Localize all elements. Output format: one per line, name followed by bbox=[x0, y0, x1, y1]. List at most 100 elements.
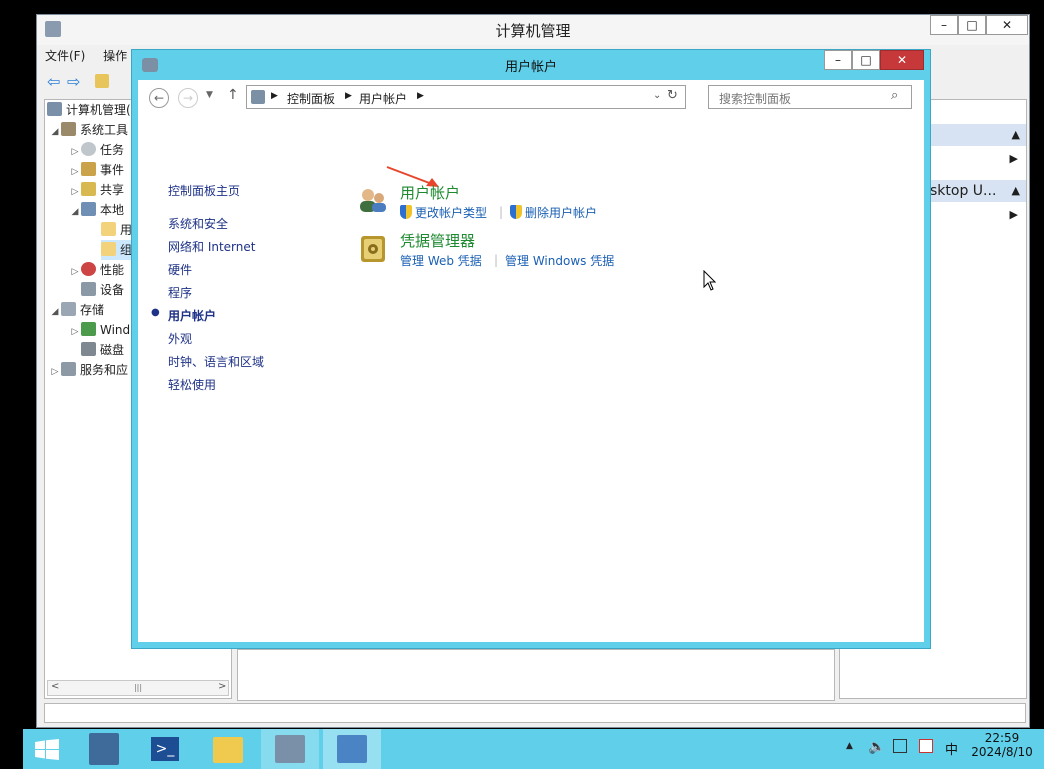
clock-icon bbox=[81, 142, 96, 156]
nav-control-panel-home[interactable]: 控制面板主页 bbox=[168, 182, 240, 199]
nav-appearance[interactable]: 外观 bbox=[168, 330, 192, 347]
tree-item-root[interactable]: 计算机管理( bbox=[47, 100, 131, 120]
disk-icon bbox=[81, 342, 96, 356]
clock-time: 22:59 bbox=[984, 731, 1020, 745]
expand-arrow-icon[interactable]: ▷ bbox=[69, 182, 81, 202]
minimize-button[interactable]: – bbox=[824, 50, 852, 70]
expand-arrow-icon[interactable]: ▷ bbox=[69, 142, 81, 162]
scroll-thumb[interactable]: ||| bbox=[118, 684, 158, 692]
breadcrumb-user-accounts[interactable]: 用户帐户 bbox=[359, 90, 407, 107]
taskbar-control-panel[interactable] bbox=[323, 729, 381, 769]
start-button[interactable] bbox=[23, 729, 81, 769]
manage-windows-credentials-link[interactable]: 管理 Windows 凭据 bbox=[505, 252, 614, 269]
manage-web-credentials-link[interactable]: 管理 Web 凭据 bbox=[400, 252, 482, 269]
breadcrumb-separator-icon[interactable]: ▶ bbox=[345, 91, 352, 101]
clock[interactable]: 22:59 2024/8/10 bbox=[967, 731, 1037, 759]
close-button[interactable]: ✕ bbox=[880, 50, 924, 70]
horizontal-scrollbar[interactable]: < ||| > bbox=[47, 680, 229, 696]
nav-system-security[interactable]: 系统和安全 bbox=[168, 215, 228, 232]
nav-clock-language-region[interactable]: 时钟、语言和区域 bbox=[168, 353, 264, 370]
scroll-left-arrow[interactable]: < bbox=[51, 681, 59, 692]
window-title[interactable]: 用户帐户 bbox=[132, 56, 930, 75]
cm-close-button[interactable]: ✕ bbox=[986, 15, 1028, 35]
tree-item-device[interactable]: 设备 bbox=[81, 280, 124, 300]
tree-item-performance[interactable]: ▷ 性能 bbox=[69, 260, 124, 280]
breadcrumb-separator-icon[interactable]: ▶ bbox=[417, 91, 424, 101]
services-icon bbox=[61, 362, 76, 376]
back-button[interactable]: ← bbox=[149, 88, 169, 108]
expand-arrow-icon[interactable]: ▷ bbox=[69, 262, 81, 282]
collapse-arrow-icon[interactable]: ◢ bbox=[49, 122, 61, 142]
nav-network-internet[interactable]: 网络和 Internet bbox=[168, 238, 255, 255]
collapse-arrow-icon[interactable]: ◢ bbox=[69, 202, 81, 222]
menu-file[interactable]: 文件(F) bbox=[45, 49, 85, 63]
file-explorer-icon bbox=[213, 737, 243, 763]
tree-item-event[interactable]: ▷ 事件 bbox=[69, 160, 124, 180]
cm-toolbar: ⇦ ⇨ bbox=[45, 71, 135, 93]
taskbar-powershell[interactable]: >_ bbox=[137, 729, 195, 769]
network-icon[interactable] bbox=[893, 739, 907, 753]
recent-pages-dropdown-icon[interactable]: ▼ bbox=[206, 90, 213, 100]
address-dropdown-icon[interactable]: ⌄ bbox=[653, 90, 661, 101]
search-icon[interactable]: ⌕ bbox=[891, 88, 898, 103]
refresh-icon[interactable]: ↻ bbox=[667, 88, 678, 103]
scroll-right-arrow[interactable]: > bbox=[218, 681, 226, 692]
tree-item-system-tools[interactable]: ◢ 系统工具 bbox=[49, 120, 128, 140]
up-arrow-icon[interactable]: ↑ bbox=[227, 87, 239, 103]
credential-manager-icon[interactable] bbox=[360, 234, 386, 264]
mouse-cursor bbox=[703, 270, 717, 291]
search-box[interactable]: 搜索控制面板 ⌕ bbox=[708, 85, 912, 109]
tree-item-local[interactable]: ◢ 本地 bbox=[69, 200, 124, 220]
cm-maximize-button[interactable]: □ bbox=[958, 15, 986, 35]
delete-user-account-link[interactable]: 删除用户帐户 bbox=[510, 204, 597, 221]
expand-arrow-icon[interactable]: ▷ bbox=[69, 162, 81, 182]
back-arrow-icon[interactable]: ⇦ bbox=[47, 72, 60, 91]
expand-arrow-icon[interactable]: ▷ bbox=[49, 362, 61, 382]
category-title-credential-manager[interactable]: 凭据管理器 bbox=[400, 230, 475, 251]
tree-item-shared[interactable]: ▷ 共享 bbox=[69, 180, 124, 200]
collapse-up-icon[interactable]: ▲ bbox=[1012, 124, 1020, 146]
breadcrumb-separator-icon[interactable]: ▶ bbox=[271, 91, 278, 101]
change-account-type-link[interactable]: 更改帐户类型 bbox=[400, 204, 487, 221]
maximize-button[interactable]: □ bbox=[852, 50, 880, 70]
address-bar[interactable]: ▶ 控制面板 ▶ 用户帐户 ▶ ⌄ ↻ bbox=[246, 85, 686, 109]
ime-indicator[interactable]: 中 bbox=[945, 739, 958, 758]
tree-item-task[interactable]: ▷ 任务 bbox=[69, 140, 124, 160]
tree-item-users-folder[interactable]: 用 bbox=[101, 220, 132, 240]
taskbar-server-manager[interactable] bbox=[75, 729, 133, 769]
show-hidden-icons-arrow[interactable]: ▲ bbox=[846, 741, 853, 751]
tree-item-label: 系统工具 bbox=[80, 123, 129, 137]
collapse-arrow-icon[interactable]: ◢ bbox=[49, 302, 61, 322]
collapse-up-icon[interactable]: ▲ bbox=[1012, 180, 1020, 202]
tree-item-label: 任务 bbox=[100, 143, 125, 157]
taskbar-file-explorer[interactable] bbox=[199, 729, 257, 769]
more-actions-arrow-icon[interactable]: ▶ bbox=[1010, 208, 1018, 221]
breadcrumb-control-panel[interactable]: 控制面板 bbox=[287, 90, 335, 107]
expand-arrow-icon[interactable]: ▷ bbox=[69, 322, 81, 342]
nav-ease-of-access[interactable]: 轻松使用 bbox=[168, 376, 216, 393]
folder-up-icon[interactable] bbox=[95, 74, 109, 88]
category-title-user-accounts[interactable]: 用户帐户 bbox=[400, 182, 460, 203]
tree-item-services[interactable]: ▷ 服务和应 bbox=[49, 360, 128, 380]
user-accounts-icon[interactable] bbox=[358, 186, 388, 214]
tree-item-windows-backup[interactable]: ▷ Wind bbox=[69, 320, 130, 340]
more-actions-arrow-icon[interactable]: ▶ bbox=[1010, 152, 1018, 165]
forward-arrow-icon[interactable]: ⇨ bbox=[67, 72, 80, 91]
tree-item-disk[interactable]: 磁盘 bbox=[81, 340, 124, 360]
nav-user-accounts[interactable]: 用户帐户 bbox=[168, 307, 216, 324]
forward-button[interactable]: → bbox=[178, 88, 198, 108]
cm-minimize-button[interactable]: – bbox=[930, 15, 958, 35]
volume-muted-icon[interactable]: 🔈 bbox=[868, 739, 885, 755]
search-input-placeholder[interactable]: 搜索控制面板 bbox=[719, 90, 791, 107]
tree-item-storage[interactable]: ◢ 存储 bbox=[49, 300, 104, 320]
menu-action[interactable]: 操作 bbox=[103, 49, 127, 63]
nav-programs[interactable]: 程序 bbox=[168, 284, 192, 301]
folder-icon bbox=[101, 242, 116, 256]
nav-hardware[interactable]: 硬件 bbox=[168, 261, 192, 278]
action-center-icon[interactable] bbox=[919, 739, 933, 753]
shared-folder-icon bbox=[81, 182, 96, 196]
taskbar-computer-management[interactable] bbox=[261, 729, 319, 769]
tree-item-label: Wind bbox=[100, 323, 131, 337]
cm-title-bar[interactable]: 计算机管理 – □ ✕ bbox=[37, 15, 1029, 45]
tree-item-groups-folder[interactable]: 组 bbox=[101, 240, 133, 260]
